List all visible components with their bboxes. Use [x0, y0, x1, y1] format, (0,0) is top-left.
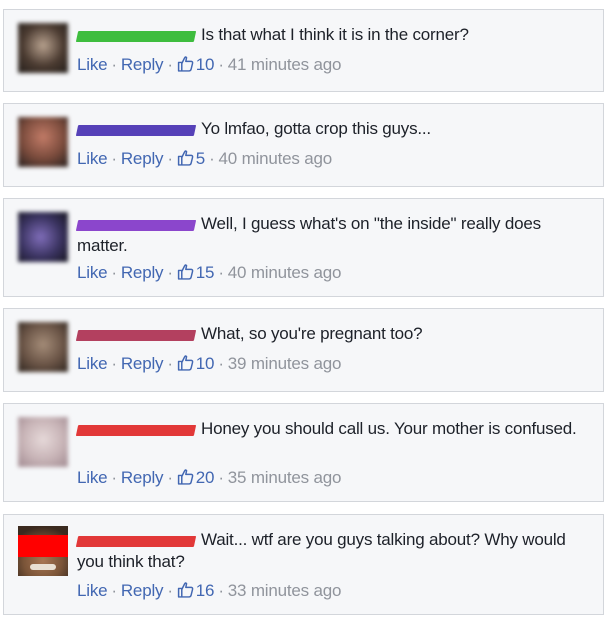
like-link[interactable]: Like	[77, 581, 108, 600]
avatar[interactable]	[18, 322, 68, 372]
comment-actions: Like · Reply · 15 · 40 minutes ago	[77, 263, 342, 282]
like-count-value: 5	[195, 149, 206, 168]
like-link[interactable]: Like	[77, 468, 108, 487]
reply-link[interactable]: Reply	[121, 581, 164, 600]
reply-link[interactable]: Reply	[121, 55, 164, 74]
like-count[interactable]: 5	[177, 149, 205, 168]
thumbs-up-icon	[177, 150, 194, 166]
like-count[interactable]: 10	[177, 55, 215, 74]
redacted-name[interactable]	[75, 31, 197, 42]
avatar[interactable]	[18, 526, 68, 576]
thumbs-up-icon	[177, 582, 194, 598]
timestamp[interactable]: 39 minutes ago	[228, 354, 342, 373]
like-link[interactable]: Like	[77, 55, 108, 74]
timestamp[interactable]: 40 minutes ago	[228, 263, 342, 282]
comment-actions: Like · Reply · 5 · 40 minutes ago	[77, 149, 333, 168]
like-count[interactable]: 15	[177, 263, 215, 282]
comment-actions: Like · Reply · 10 · 41 minutes ago	[77, 55, 342, 74]
thumbs-up-icon	[177, 264, 194, 280]
comment-actions: Like · Reply · 20 · 35 minutes ago	[77, 468, 342, 487]
comment-body: Yo lmfao, gotta crop this guys...	[75, 118, 595, 140]
comment-actions: Like · Reply · 16 · 33 minutes ago	[77, 581, 342, 600]
comment-actions: Like · Reply · 10 · 39 minutes ago	[77, 354, 342, 373]
avatar[interactable]	[18, 23, 68, 73]
like-link[interactable]: Like	[77, 263, 108, 282]
comment: Yo lmfao, gotta crop this guys... Like · R…	[3, 103, 604, 187]
comment-body: Honey you should call us. Your mother is…	[75, 418, 595, 440]
redacted-name[interactable]	[75, 220, 197, 231]
thumbs-up-icon	[177, 355, 194, 371]
timestamp[interactable]: 40 minutes ago	[219, 149, 333, 168]
comment: Honey you should call us. Your mother is…	[3, 403, 604, 502]
reply-link[interactable]: Reply	[121, 354, 164, 373]
reply-link[interactable]: Reply	[121, 149, 164, 168]
like-count-value: 16	[195, 581, 215, 600]
like-count[interactable]: 20	[177, 468, 215, 487]
comment-text: What, so you're pregnant too?	[201, 324, 423, 343]
comment-body: What, so you're pregnant too?	[75, 323, 595, 345]
timestamp[interactable]: 33 minutes ago	[228, 581, 342, 600]
timestamp[interactable]: 35 minutes ago	[228, 468, 342, 487]
like-count-value: 10	[195, 55, 215, 74]
comment-body: Wait... wtf are you guys talking about? …	[75, 529, 595, 573]
redacted-name[interactable]	[75, 425, 197, 436]
like-count[interactable]: 10	[177, 354, 215, 373]
avatar[interactable]	[18, 417, 68, 467]
redacted-name[interactable]	[75, 536, 197, 547]
thumbs-up-icon	[177, 469, 194, 485]
redacted-name[interactable]	[75, 125, 197, 136]
like-link[interactable]: Like	[77, 354, 108, 373]
comment-text: Is that what I think it is in the corner…	[201, 25, 469, 44]
like-count-value: 20	[195, 468, 215, 487]
timestamp[interactable]: 41 minutes ago	[228, 55, 342, 74]
comment-body: Is that what I think it is in the corner…	[75, 24, 595, 46]
censor-bar	[18, 535, 68, 557]
thumbs-up-icon	[177, 56, 194, 72]
like-count[interactable]: 16	[177, 581, 215, 600]
like-count-value: 10	[195, 354, 215, 373]
avatar-smile	[30, 564, 56, 570]
comment-body: Well, I guess what's on "the inside" rea…	[75, 213, 595, 257]
avatar[interactable]	[18, 212, 68, 262]
comment-text: Yo lmfao, gotta crop this guys...	[201, 119, 431, 138]
like-count-value: 15	[195, 263, 215, 282]
avatar[interactable]	[18, 117, 68, 167]
comment-text: Honey you should call us. Your mother is…	[201, 419, 577, 438]
comment: Well, I guess what's on "the inside" rea…	[3, 198, 604, 297]
like-link[interactable]: Like	[77, 149, 108, 168]
reply-link[interactable]: Reply	[121, 263, 164, 282]
redacted-name[interactable]	[75, 330, 197, 341]
comment: What, so you're pregnant too? Like · Reply…	[3, 308, 604, 392]
comment: Is that what I think it is in the corner…	[3, 9, 604, 92]
comment: Wait... wtf are you guys talking about? …	[3, 514, 604, 615]
reply-link[interactable]: Reply	[121, 468, 164, 487]
